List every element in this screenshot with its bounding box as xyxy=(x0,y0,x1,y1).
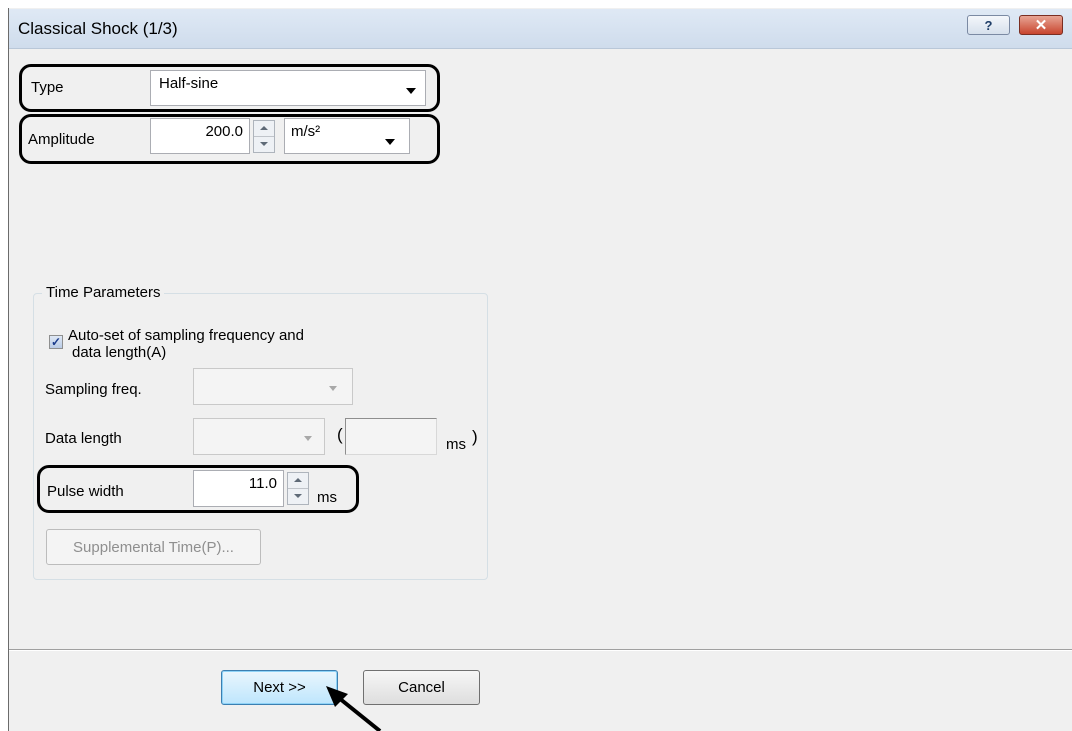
sampling-freq-select[interactable] xyxy=(193,368,353,405)
auto-set-label-line2: data length(A) xyxy=(72,344,167,361)
time-parameters-legend: Time Parameters xyxy=(42,284,165,301)
footer-separator xyxy=(9,649,1072,651)
sampling-freq-label: Sampling freq. xyxy=(45,381,142,398)
data-length-label: Data length xyxy=(45,430,122,447)
checkmark-icon: ✓ xyxy=(50,335,62,349)
data-length-select[interactable] xyxy=(193,418,325,455)
help-icon: ? xyxy=(984,17,993,33)
arrow-icon xyxy=(326,686,382,731)
data-length-paren-open: ( xyxy=(337,425,343,444)
data-length-unit: ms xyxy=(446,436,466,453)
help-button[interactable]: ? xyxy=(967,15,1010,35)
annotation-outline-amplitude xyxy=(19,114,440,164)
data-length-ms-field xyxy=(345,418,437,455)
close-icon: ✕ xyxy=(1034,17,1048,34)
chevron-down-icon[interactable] xyxy=(329,386,337,391)
close-button[interactable]: ✕ xyxy=(1019,15,1063,35)
auto-set-label-line1: Auto-set of sampling frequency and xyxy=(68,327,304,344)
window-title: Classical Shock (1/3) xyxy=(18,19,178,38)
supplemental-time-button[interactable]: Supplemental Time(P)... xyxy=(46,529,261,565)
annotation-outline-type xyxy=(19,64,440,112)
chevron-down-icon[interactable] xyxy=(304,436,312,441)
auto-set-label: Auto-set of sampling frequency and data … xyxy=(68,327,304,361)
data-length-paren-close: ) xyxy=(472,427,478,446)
auto-set-checkbox[interactable]: ✓ xyxy=(49,335,63,349)
annotation-outline-pulse-width xyxy=(37,465,359,513)
